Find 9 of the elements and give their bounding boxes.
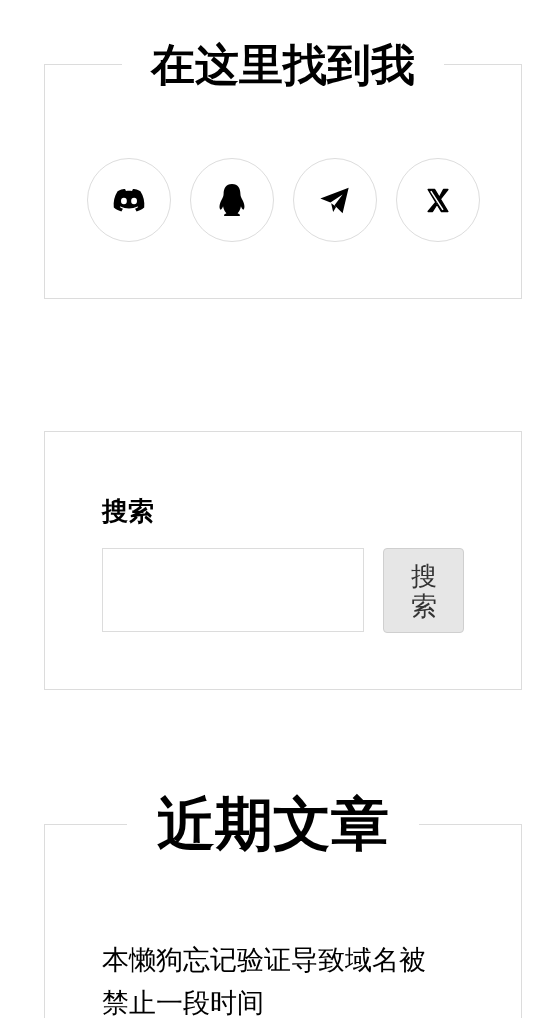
search-field[interactable] bbox=[102, 548, 364, 632]
search-label: 搜索 bbox=[102, 495, 155, 528]
penguin-icon bbox=[217, 182, 246, 218]
search-button[interactable]: 搜索 bbox=[383, 548, 464, 633]
paper-plane-icon bbox=[319, 185, 350, 215]
x-icon bbox=[426, 187, 449, 213]
section-title: 在这里找到我 bbox=[149, 38, 416, 91]
post-link[interactable]: 本懒狗忘记验证导致域名被禁止一段时间 bbox=[102, 938, 443, 1018]
section-title: 近期文章 bbox=[155, 789, 390, 860]
